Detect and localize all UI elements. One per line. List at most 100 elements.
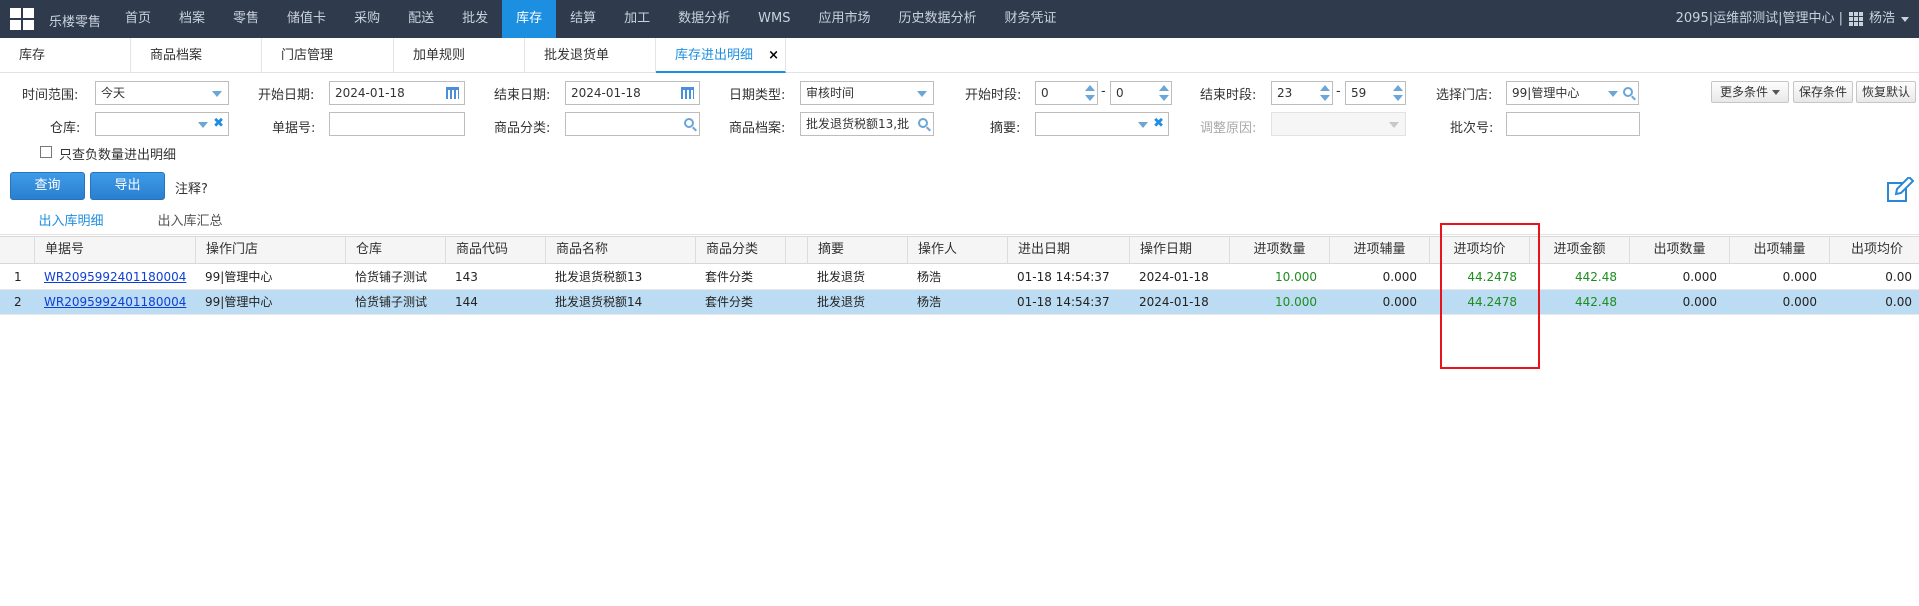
table-cell: 1 xyxy=(14,270,22,284)
search-icon[interactable] xyxy=(684,118,694,128)
tab-item[interactable]: 库存 xyxy=(0,38,131,73)
column-header[interactable]: 进项金额 xyxy=(1529,237,1629,263)
apps-grid-icon[interactable] xyxy=(1848,12,1863,26)
column-header[interactable]: 进项数量 xyxy=(1229,237,1329,263)
user-name[interactable]: 杨浩 xyxy=(1869,0,1895,38)
column-header[interactable]: 单据号 xyxy=(34,237,195,263)
search-icon[interactable] xyxy=(918,118,928,128)
column-header[interactable]: 出项均价 xyxy=(1829,237,1919,263)
warehouse-select[interactable]: ✖ xyxy=(95,112,229,136)
nav-item[interactable]: 结算 xyxy=(556,0,610,38)
nav-item[interactable]: 库存 xyxy=(502,0,557,38)
save-conditions-button[interactable]: 保存条件 xyxy=(1793,81,1853,103)
category-input[interactable] xyxy=(565,112,700,136)
nav-item[interactable]: 财务凭证 xyxy=(991,0,1071,38)
nav-item[interactable]: 数据分析 xyxy=(664,0,744,38)
doc-no-input[interactable] xyxy=(329,112,465,136)
chevron-down-icon[interactable] xyxy=(212,91,222,97)
store-select[interactable]: 99|管理中心 xyxy=(1506,81,1639,105)
nav-item[interactable]: 历史数据分析 xyxy=(885,0,991,38)
product-input[interactable]: 批发退货税额13,批 xyxy=(800,112,934,136)
nav-item[interactable]: WMS xyxy=(744,0,804,38)
nav-item[interactable]: 采购 xyxy=(340,0,394,38)
tab-item[interactable]: 门店管理 xyxy=(262,38,394,73)
table-row[interactable]: 1 WR2095992401180004 99|管理中心 恰货铺子测试 143 批发退货税… xyxy=(0,265,1919,290)
app-grid-logo-icon[interactable] xyxy=(10,8,34,30)
spinner-arrows-icon[interactable] xyxy=(1085,84,1095,102)
nav-item[interactable]: 零售 xyxy=(219,0,273,38)
nav-item[interactable]: 应用市场 xyxy=(805,0,885,38)
table-row[interactable]: 2 WR2095992401180004 99|管理中心 恰货铺子测试 144 批发退货税… xyxy=(0,290,1919,315)
doc-no-link[interactable]: WR2095992401180004 xyxy=(44,295,186,309)
chevron-down-icon[interactable] xyxy=(1608,91,1618,97)
doc-no-cell[interactable]: WR2095992401180004 xyxy=(34,265,195,290)
brand-name[interactable]: 乐楼零售 xyxy=(49,11,101,30)
tab-item[interactable]: 加单规则 xyxy=(394,38,525,73)
end-date-input[interactable]: 2024-01-18 xyxy=(565,81,700,105)
chevron-down-icon[interactable] xyxy=(917,91,927,97)
table-cell: 01-18 14:54:37 xyxy=(1017,295,1110,309)
time-range-select[interactable]: 今天 xyxy=(95,81,229,105)
doc-no-cell[interactable]: WR2095992401180004 xyxy=(34,290,195,315)
spinner-arrows-icon[interactable] xyxy=(1159,84,1169,102)
nav-item[interactable]: 配送 xyxy=(394,0,448,38)
nav-item[interactable]: 档案 xyxy=(165,0,219,38)
doc-no-link[interactable]: WR2095992401180004 xyxy=(44,270,186,284)
column-header[interactable] xyxy=(785,237,807,263)
tab-item[interactable]: 批发退货单 xyxy=(525,38,656,73)
negative-only-checkbox[interactable] xyxy=(40,146,52,158)
clear-icon[interactable]: ✖ xyxy=(1153,113,1164,135)
column-header[interactable] xyxy=(0,237,34,263)
summary-select[interactable]: ✖ xyxy=(1035,112,1169,136)
column-header[interactable]: 商品名称 xyxy=(545,237,695,263)
calendar-icon[interactable] xyxy=(446,87,459,99)
start-hour-spinner[interactable]: 0 xyxy=(1035,81,1098,105)
start-minute-spinner[interactable]: 0 xyxy=(1110,81,1172,105)
search-icon[interactable] xyxy=(1623,87,1633,97)
nav-item[interactable]: 加工 xyxy=(610,0,664,38)
tab-item[interactable]: 库存进出明细 × xyxy=(656,38,786,73)
column-header[interactable]: 商品代码 xyxy=(445,237,545,263)
user-menu-chevron-icon[interactable] xyxy=(1901,16,1909,22)
restore-default-button[interactable]: 恢复默认 xyxy=(1856,81,1916,103)
table-cell xyxy=(785,290,807,315)
nav-item[interactable]: 批发 xyxy=(448,0,502,38)
more-conditions-button[interactable]: 更多条件 xyxy=(1711,81,1789,103)
time-range-label: 时间范围: xyxy=(22,88,79,103)
export-button[interactable]: 导出 xyxy=(90,172,165,200)
spinner-arrows-icon[interactable] xyxy=(1320,84,1330,102)
clear-icon[interactable]: ✖ xyxy=(213,113,224,135)
end-minute-spinner[interactable]: 59 xyxy=(1345,81,1406,105)
chevron-down-icon[interactable] xyxy=(1138,122,1148,128)
date-type-select[interactable]: 审核时间 xyxy=(800,81,934,105)
column-header[interactable]: 进项均价 xyxy=(1429,237,1529,263)
column-header[interactable]: 出项数量 xyxy=(1629,237,1729,263)
table-header: 单据号 操作门店 仓库 商品代码 商品名称 商品分类 摘要 操作人 进出日期 操作日期 进项数量 进项… xyxy=(0,236,1919,264)
start-date-label: 开始日期: xyxy=(258,88,315,103)
nav-item[interactable]: 储值卡 xyxy=(273,0,340,38)
column-header[interactable]: 进项辅量 xyxy=(1329,237,1429,263)
edit-icon[interactable] xyxy=(1886,177,1914,203)
spinner-arrows-icon[interactable] xyxy=(1393,84,1403,102)
column-header[interactable]: 操作日期 xyxy=(1129,237,1229,263)
chevron-down-icon[interactable] xyxy=(198,122,208,128)
column-header[interactable]: 进出日期 xyxy=(1007,237,1129,263)
close-icon[interactable]: × xyxy=(768,38,779,73)
start-date-input[interactable]: 2024-01-18 xyxy=(329,81,465,105)
batch-input[interactable] xyxy=(1506,112,1640,136)
table-cell: 批发退货税额14 xyxy=(555,295,643,309)
nav-item[interactable]: 首页 xyxy=(111,0,165,38)
negative-only-label[interactable]: 只查负数量进出明细 xyxy=(59,144,176,163)
column-header[interactable]: 操作人 xyxy=(907,237,1007,263)
column-header[interactable]: 商品分类 xyxy=(695,237,785,263)
calendar-icon[interactable] xyxy=(681,87,694,99)
column-header[interactable]: 仓库 xyxy=(345,237,445,263)
table-cell: 批发退货 xyxy=(817,270,866,284)
end-hour-spinner[interactable]: 23 xyxy=(1271,81,1333,105)
query-button[interactable]: 查询 xyxy=(10,172,85,200)
note-link[interactable]: 注释? xyxy=(175,178,208,197)
column-header[interactable]: 摘要 xyxy=(807,237,907,263)
tab-item[interactable]: 商品档案 xyxy=(131,38,262,73)
column-header[interactable]: 出项辅量 xyxy=(1729,237,1829,263)
column-header[interactable]: 操作门店 xyxy=(195,237,345,263)
